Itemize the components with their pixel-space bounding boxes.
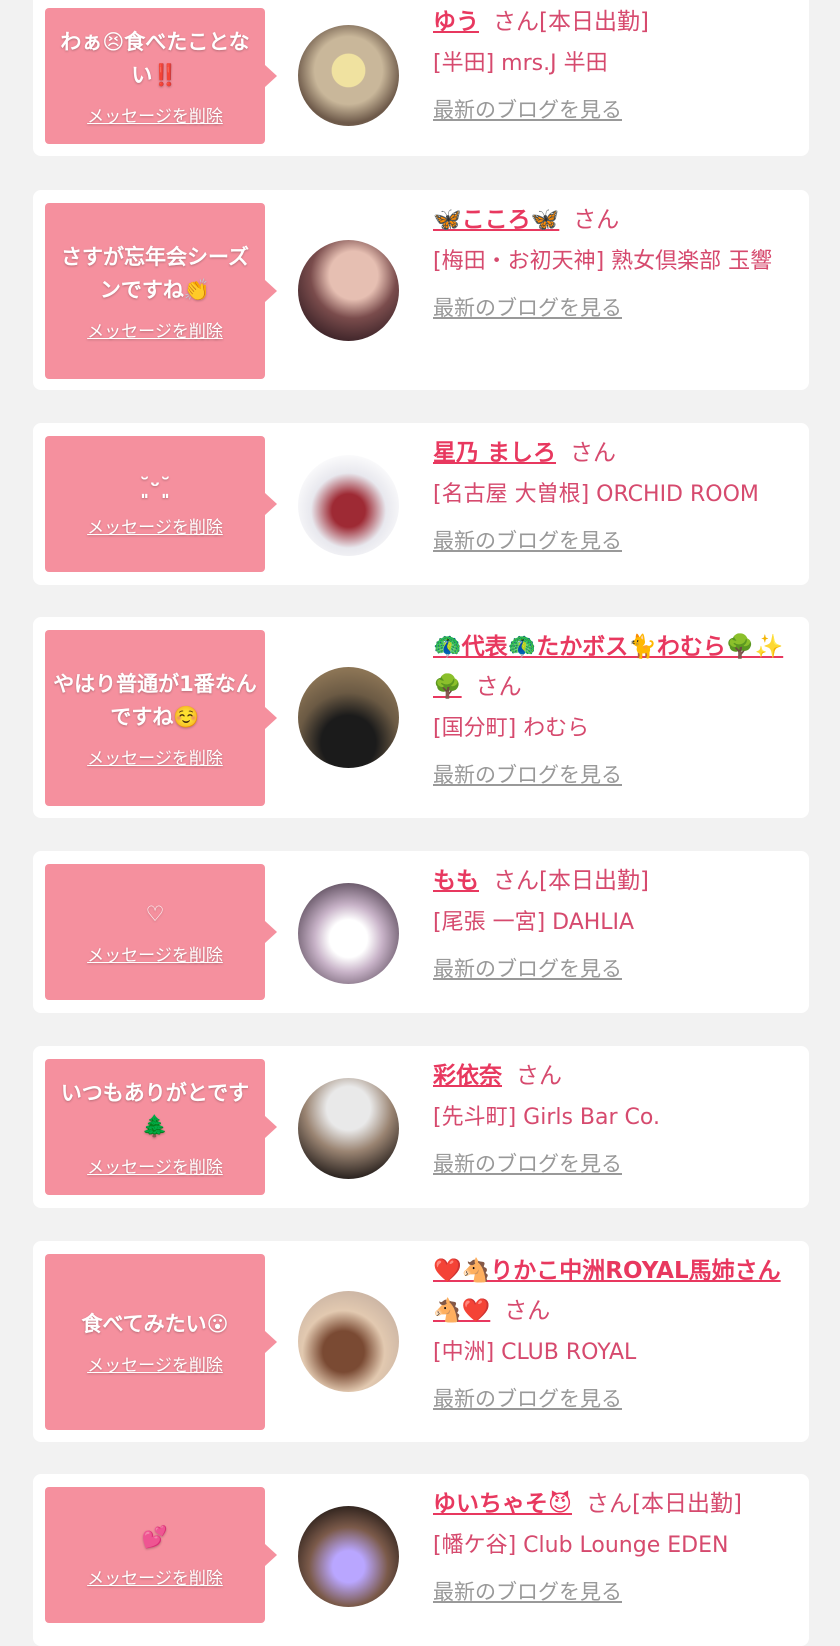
- message-card: 💕 メッセージを削除 ゆいちゃそ😈 さん[本日出勤] [幡ケ谷] Club Lou…: [33, 1474, 809, 1646]
- honorific: さん: [475, 674, 522, 700]
- shop-name: [国分町] わむら: [433, 716, 590, 741]
- message-card: ♡ メッセージを削除 もも さん[本日出勤] [尾張 一宮] DAHLIA 最新の…: [33, 851, 809, 1013]
- message-text: さすが忘年会シーズンですね👏: [61, 244, 249, 302]
- latest-blog-link[interactable]: 最新のブログを見る: [433, 1576, 622, 1606]
- latest-blog-link[interactable]: 最新のブログを見る: [433, 292, 622, 322]
- avatar[interactable]: [298, 1506, 399, 1607]
- delete-message-link[interactable]: メッセージを削除: [87, 941, 223, 966]
- avatar[interactable]: [298, 25, 399, 126]
- honorific-status: さん[本日出勤]: [493, 9, 649, 35]
- message-bubble: ♡ メッセージを削除: [45, 864, 265, 1000]
- delete-message-link[interactable]: メッセージを削除: [87, 1153, 223, 1178]
- message-text: ˘͈ᵕ˘͈: [139, 474, 171, 498]
- message-bubble: やはり普通が1番なんですね☺️ メッセージを削除: [45, 630, 265, 806]
- message-bubble: 💕 メッセージを削除: [45, 1487, 265, 1623]
- avatar[interactable]: [298, 455, 399, 556]
- user-name-link[interactable]: ゆう: [433, 9, 479, 35]
- shop-name: [尾張 一宮] DAHLIA: [433, 910, 635, 935]
- honorific: さん: [516, 1063, 562, 1089]
- shop-name: [半田] mrs.J 半田: [433, 51, 608, 76]
- user-name-link[interactable]: ❤️🐴りかこ中洲ROYAL馬姉さん🐴❤️: [433, 1258, 781, 1324]
- user-name-link[interactable]: もも: [433, 868, 479, 894]
- latest-blog-link[interactable]: 最新のブログを見る: [433, 1148, 622, 1178]
- message-text: わぁ😣食べたことない‼️: [60, 29, 250, 87]
- avatar[interactable]: [298, 1291, 399, 1392]
- latest-blog-link[interactable]: 最新のブログを見る: [433, 94, 622, 124]
- user-name-link[interactable]: ゆいちゃそ😈: [433, 1491, 572, 1517]
- delete-message-link[interactable]: メッセージを削除: [87, 1564, 223, 1589]
- delete-message-link[interactable]: メッセージを削除: [87, 744, 223, 769]
- shop-name: [梅田・お初天神] 熟女倶楽部 玉響: [433, 249, 773, 274]
- honorific-status: さん[本日出勤]: [585, 1491, 742, 1517]
- message-text: いつもありがとです🌲: [60, 1080, 250, 1138]
- message-card: 食べてみたい😮 メッセージを削除 ❤️🐴りかこ中洲ROYAL馬姉さん🐴❤️ さん …: [33, 1241, 809, 1442]
- message-text: やはり普通が1番なんですね☺️: [53, 671, 257, 729]
- honorific-status: さん[本日出勤]: [493, 868, 649, 894]
- avatar[interactable]: [298, 1078, 399, 1179]
- avatar[interactable]: [298, 883, 399, 984]
- honorific: さん: [504, 1298, 551, 1324]
- latest-blog-link[interactable]: 最新のブログを見る: [433, 759, 622, 789]
- message-card: いつもありがとです🌲 メッセージを削除 彩依奈 さん [先斗町] Girls Ba…: [33, 1046, 809, 1208]
- message-text: 食べてみたい😮: [81, 1312, 229, 1336]
- delete-message-link[interactable]: メッセージを削除: [87, 317, 223, 342]
- delete-message-link[interactable]: メッセージを削除: [87, 102, 223, 127]
- message-bubble: 食べてみたい😮 メッセージを削除: [45, 1254, 265, 1430]
- message-bubble: ˘͈ᵕ˘͈ メッセージを削除: [45, 436, 265, 572]
- honorific: さん: [570, 440, 617, 466]
- message-text: ♡: [145, 902, 165, 926]
- shop-name: [先斗町] Girls Bar Co.: [433, 1105, 660, 1130]
- honorific: さん: [573, 207, 620, 233]
- user-name-link[interactable]: 彩依奈: [433, 1063, 502, 1089]
- message-card: さすが忘年会シーズンですね👏 メッセージを削除 🦋こころ🦋 さん [梅田・お初天神…: [33, 190, 809, 390]
- message-card: ˘͈ᵕ˘͈ メッセージを削除 星乃 ましろ さん [名古屋 大曽根] ORCHID…: [33, 423, 809, 585]
- message-text: 💕: [141, 1525, 169, 1549]
- user-name-link[interactable]: 🦋こころ🦋: [433, 207, 559, 233]
- message-card: わぁ😣食べたことない‼️ メッセージを削除 ゆう さん[本日出勤] [半田] mr…: [33, 0, 809, 156]
- shop-name: [幡ケ谷] Club Lounge EDEN: [433, 1533, 729, 1558]
- message-bubble: いつもありがとです🌲 メッセージを削除: [45, 1059, 265, 1195]
- message-bubble: さすが忘年会シーズンですね👏 メッセージを削除: [45, 203, 265, 379]
- shop-name: [名古屋 大曽根] ORCHID ROOM: [433, 482, 759, 507]
- delete-message-link[interactable]: メッセージを削除: [87, 513, 223, 538]
- shop-name: [中洲] CLUB ROYAL: [433, 1340, 637, 1365]
- latest-blog-link[interactable]: 最新のブログを見る: [433, 1383, 622, 1413]
- delete-message-link[interactable]: メッセージを削除: [87, 1351, 223, 1376]
- avatar[interactable]: [298, 240, 399, 341]
- latest-blog-link[interactable]: 最新のブログを見る: [433, 525, 622, 555]
- avatar[interactable]: [298, 667, 399, 768]
- message-bubble: わぁ😣食べたことない‼️ メッセージを削除: [45, 8, 265, 144]
- user-name-link[interactable]: 星乃 ましろ: [433, 440, 556, 466]
- latest-blog-link[interactable]: 最新のブログを見る: [433, 953, 622, 983]
- message-card: やはり普通が1番なんですね☺️ メッセージを削除 🦚代表🦚たかボス🐈わむら🌳✨🌳…: [33, 617, 809, 818]
